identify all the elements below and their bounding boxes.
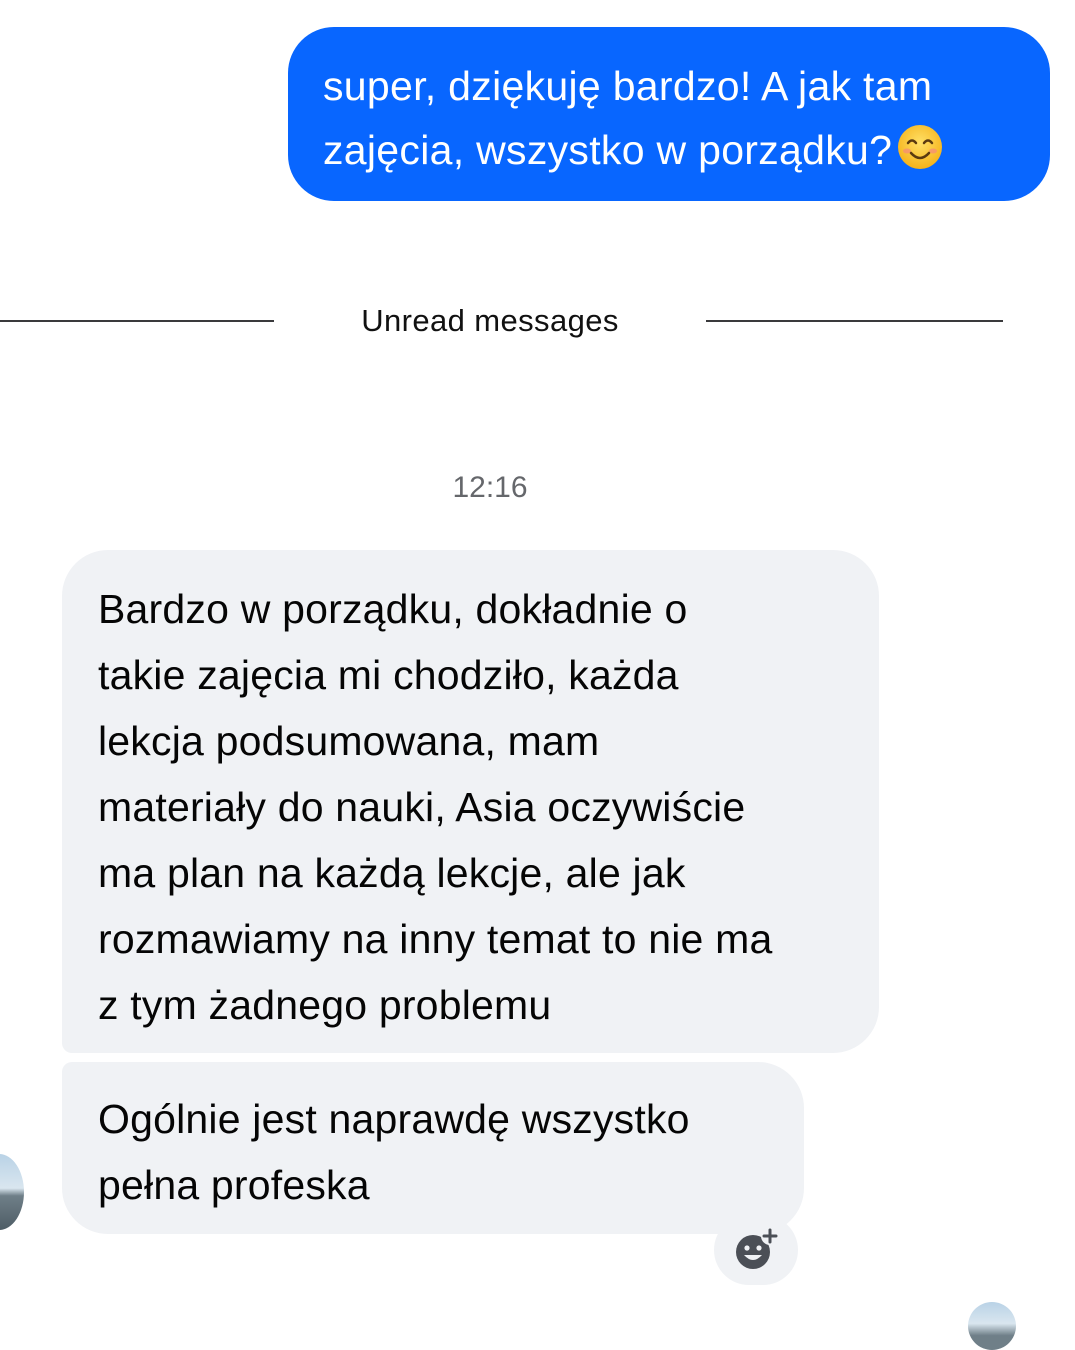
incoming-message-line: Bardzo w porządku, dokładnie o (98, 586, 688, 632)
add-reaction-button[interactable] (714, 1215, 798, 1285)
outgoing-message-line-text: zajęcia, wszystko w porządku? (323, 127, 893, 173)
unread-divider-left-line (0, 320, 274, 322)
outgoing-message-line: zajęcia, wszystko w porządku? (323, 118, 1030, 182)
incoming-message-line: takie zajęcia mi chodziło, każda (98, 652, 679, 698)
incoming-message-bubble[interactable]: Bardzo w porządku, dokładnie o takie zaj… (62, 550, 879, 1053)
smiling-face-icon (898, 125, 943, 169)
outgoing-message-line: super, dziękuję bardzo! A jak tam (323, 63, 933, 109)
incoming-message-bubble[interactable]: Ogólnie jest naprawdę wszystko pełna pro… (62, 1062, 804, 1234)
read-receipt-avatar (968, 1302, 1016, 1350)
incoming-message-line: ma plan na każdą lekcje, ale jak (98, 850, 686, 896)
incoming-message-line: materiały do nauki, Asia oczywiście (98, 784, 746, 830)
incoming-message-line: z tym żadnego problemu (98, 982, 552, 1028)
sender-avatar[interactable] (0, 1154, 24, 1230)
outgoing-message-bubble[interactable]: super, dziękuję bardzo! A jak tam zajęci… (288, 27, 1050, 201)
add-reaction-icon (736, 1227, 779, 1269)
unread-messages-label: Unread messages (361, 303, 619, 338)
unread-divider-right-line (706, 320, 1003, 322)
incoming-message-line: pełna profeska (98, 1162, 370, 1208)
message-timestamp: 12:16 (452, 471, 528, 504)
incoming-message-line: lekcja podsumowana, mam (98, 718, 600, 764)
incoming-message-line: Ogólnie jest naprawdę wszystko (98, 1096, 690, 1142)
incoming-message-line: rozmawiamy na inny temat to nie ma (98, 916, 773, 962)
